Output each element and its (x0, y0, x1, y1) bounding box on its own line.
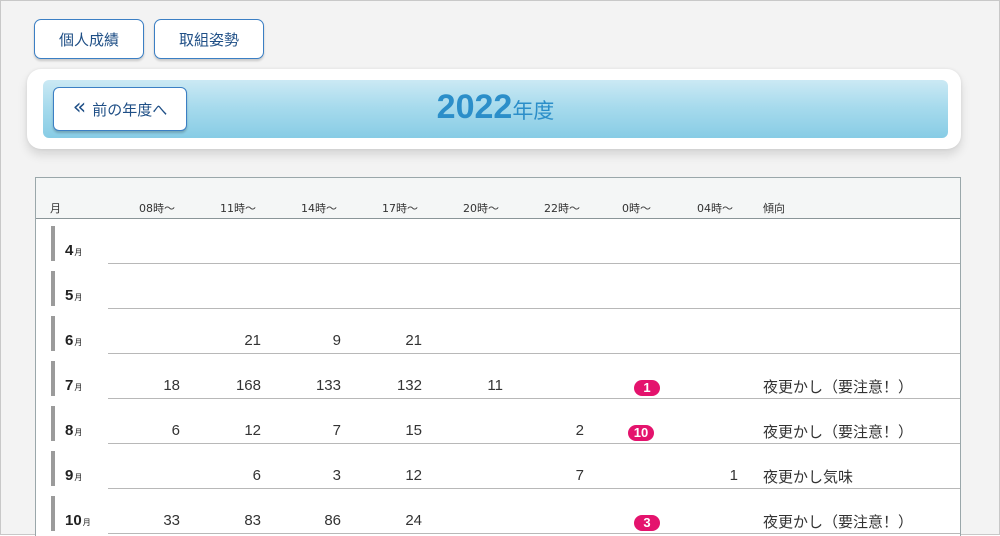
count-cell: 132 (396, 377, 422, 394)
count-cell: 12 (405, 467, 422, 484)
row-divider (108, 533, 960, 534)
count-cell: 11 (487, 377, 503, 394)
count-cell: 21 (405, 332, 422, 349)
row-divider (108, 353, 960, 354)
table-row: 5月 (36, 271, 960, 316)
count-cell: 33 (163, 512, 180, 529)
row-divider (108, 443, 960, 444)
count-cell: 133 (315, 377, 341, 394)
count-cell: 1 (729, 467, 738, 484)
month-unit: 月 (74, 473, 83, 482)
month-number: 10 (65, 512, 82, 529)
count-cell: 3 (332, 467, 341, 484)
row-marker (51, 361, 55, 396)
count-cell: 12 (244, 422, 261, 439)
table-row: 4月 (36, 226, 960, 271)
row-divider (108, 398, 960, 399)
month-label: 6月 (65, 332, 82, 349)
month-label: 7月 (65, 377, 82, 394)
table-row: 6月 21 9 21 (36, 316, 960, 361)
header-17: 17時～ (382, 202, 418, 215)
count-cell: 6 (252, 467, 261, 484)
count-cell: 7 (332, 422, 341, 439)
year-number: 2022 (436, 88, 513, 126)
table-row: 8月 6 12 7 15 2 10 夜更かし（要注意！） (36, 406, 960, 451)
count-cell: 9 (332, 332, 341, 349)
month-unit: 月 (74, 383, 83, 392)
count-cell: 83 (244, 512, 261, 529)
table-row: 7月 18 168 133 132 11 1 夜更かし（要注意！） (36, 361, 960, 406)
month-number: 8 (65, 422, 74, 439)
header-trend: 傾向 (763, 202, 785, 215)
month-label: 9月 (65, 467, 82, 484)
header-month: 月 (50, 202, 61, 215)
row-divider (108, 263, 960, 264)
year-bar: « 前の年度へ 2022年度 (43, 80, 948, 138)
year-panel: « 前の年度へ 2022年度 (27, 69, 961, 149)
trend-text: 夜更かし（要注意！） (763, 378, 914, 396)
month-number: 5 (65, 287, 74, 304)
row-marker (51, 226, 55, 261)
count-cell: 24 (405, 512, 422, 529)
row-divider (108, 488, 960, 489)
header-08: 08時～ (139, 202, 175, 215)
row-divider (108, 308, 960, 309)
attitude-button[interactable]: 取組姿勢 (154, 19, 264, 59)
late-night-badge: 3 (634, 515, 660, 531)
app-frame: 個人成績 取組姿勢 « 前の年度へ 2022年度 月 08時～ 11時～ 14時… (0, 0, 1000, 536)
month-label: 8月 (65, 422, 82, 439)
header-04: 04時～ (697, 202, 733, 215)
month-number: 4 (65, 242, 74, 259)
count-cell: 18 (163, 377, 180, 394)
personal-results-button[interactable]: 個人成績 (34, 19, 144, 59)
late-night-badge: 10 (628, 425, 654, 441)
month-unit: 月 (74, 338, 83, 347)
table-header: 月 08時～ 11時～ 14時～ 17時～ 20時～ 22時～ 0時～ 04時～… (36, 178, 960, 219)
table-row: 9月 6 3 12 7 1 夜更かし気味 (36, 451, 960, 496)
month-number: 6 (65, 332, 74, 349)
header-22: 22時～ (544, 202, 580, 215)
month-label: 5月 (65, 287, 82, 304)
month-label: 10月 (65, 512, 91, 529)
trend-text: 夜更かし気味 (763, 468, 854, 486)
month-unit: 月 (74, 248, 83, 257)
header-11: 11時～ (220, 202, 256, 215)
row-marker (51, 451, 55, 486)
trend-text: 夜更かし（要注意！） (763, 513, 914, 531)
header-20: 20時～ (463, 202, 499, 215)
count-cell: 15 (405, 422, 422, 439)
count-cell: 86 (324, 512, 341, 529)
month-unit: 月 (74, 293, 83, 302)
count-cell: 7 (575, 467, 584, 484)
count-cell: 21 (244, 332, 261, 349)
month-number: 7 (65, 377, 74, 394)
row-marker (51, 271, 55, 306)
year-suffix: 年度 (512, 99, 555, 123)
month-label: 4月 (65, 242, 82, 259)
month-number: 9 (65, 467, 74, 484)
late-night-badge: 1 (634, 380, 660, 396)
count-cell: 6 (171, 422, 180, 439)
year-title: 2022年度 (43, 88, 948, 127)
month-unit: 月 (82, 518, 91, 527)
row-marker (51, 406, 55, 441)
row-marker (51, 496, 55, 531)
header-14: 14時～ (301, 202, 337, 215)
table-row: 10月 33 83 86 24 3 夜更かし（要注意！） (36, 496, 960, 536)
count-cell: 2 (575, 422, 584, 439)
month-unit: 月 (74, 428, 83, 437)
activity-table: 月 08時～ 11時～ 14時～ 17時～ 20時～ 22時～ 0時～ 04時～… (35, 177, 961, 536)
header-0: 0時～ (622, 202, 651, 215)
trend-text: 夜更かし（要注意！） (763, 423, 914, 441)
row-marker (51, 316, 55, 351)
count-cell: 168 (235, 377, 261, 394)
